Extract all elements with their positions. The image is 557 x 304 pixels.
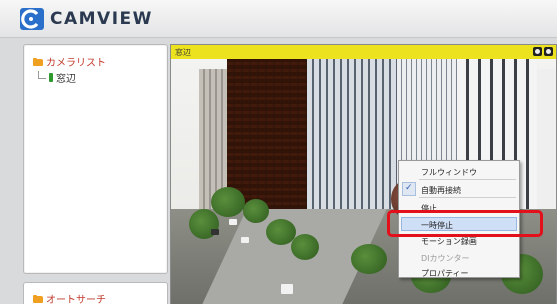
menu-item-di-counter: DIカウンター	[421, 254, 470, 263]
viewer-title-bar: 窓辺	[171, 45, 556, 59]
camera-icon	[49, 73, 53, 82]
camera-list-panel: カメラリスト 窓辺	[23, 44, 168, 274]
auto-search-label: オートサーチ	[46, 295, 106, 304]
camera-item-madobe[interactable]: 窓辺	[38, 70, 76, 85]
pause-highlight-annotation	[387, 210, 543, 237]
snapshot-icon[interactable]	[533, 47, 542, 56]
app-header: CAMVIEW	[0, 0, 557, 38]
folder-icon	[33, 294, 43, 303]
folder-icon	[33, 57, 43, 66]
menu-separator	[419, 197, 516, 198]
menu-separator	[419, 179, 516, 180]
record-icon[interactable]	[544, 47, 553, 56]
camview-logo-icon	[20, 8, 44, 30]
camview-logo: CAMVIEW	[20, 8, 153, 30]
menu-item-properties[interactable]: プロパティー	[421, 268, 469, 279]
logo-text: CAMVIEW	[50, 9, 153, 29]
auto-search-header[interactable]: オートサーチ	[33, 291, 106, 304]
camera-list-label: カメラリスト	[46, 58, 106, 69]
menu-item-full-window[interactable]: フルウィンドウ	[421, 167, 477, 178]
viewer-title: 窓辺	[175, 48, 191, 57]
camera-item-label: 窓辺	[56, 74, 76, 85]
menu-item-auto-reconnect[interactable]: 自動再接続	[421, 185, 461, 196]
auto-search-panel: オートサーチ	[23, 282, 168, 304]
camera-list-header[interactable]: カメラリスト	[33, 54, 106, 69]
menu-item-motion-record[interactable]: モーション録画	[421, 236, 477, 247]
checkmark-icon: ✓	[405, 183, 413, 193]
tree-connector-line	[38, 70, 46, 79]
